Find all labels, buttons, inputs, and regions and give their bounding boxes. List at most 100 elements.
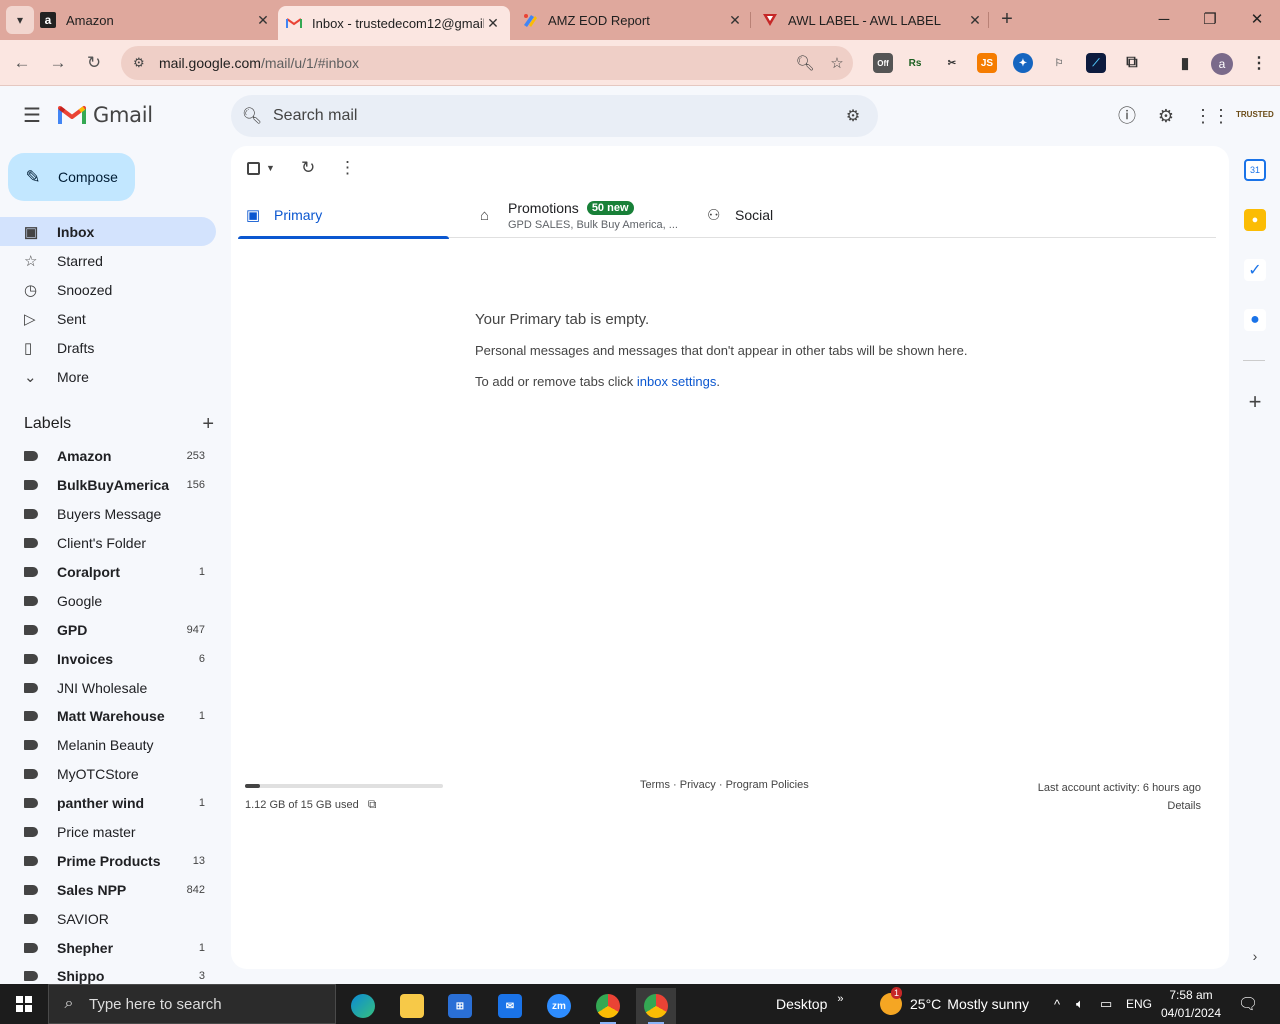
nav-item-more[interactable]: ⌄ More	[0, 362, 216, 391]
network-icon[interactable]: ▭	[1100, 984, 1112, 1024]
contacts-icon[interactable]: ●	[1244, 309, 1266, 331]
label-item[interactable]: panther wind 1	[0, 789, 216, 818]
caret-down-icon[interactable]: ▼	[266, 163, 275, 173]
tab-primary[interactable]: ▣ Primary	[238, 192, 449, 239]
label-item[interactable]: Shepher 1	[0, 933, 216, 962]
keep-icon[interactable]: ●	[1244, 209, 1266, 231]
back-button[interactable]: ←	[10, 51, 34, 75]
nav-item-snoozed[interactable]: ◷ Snoozed	[0, 275, 216, 304]
notifications-icon[interactable]: 🗨︎	[1238, 984, 1258, 1024]
file-explorer-app[interactable]	[392, 988, 432, 1024]
restore-window-button[interactable]: ❐	[1198, 8, 1222, 32]
extension-js-icon[interactable]: JS	[977, 53, 997, 73]
minimize-window-button[interactable]: ─	[1152, 8, 1176, 32]
tab-search-button[interactable]: ▾	[6, 6, 34, 34]
close-window-button[interactable]: ✕	[1245, 8, 1269, 32]
chevron-right-icon[interactable]: ›	[1244, 948, 1266, 964]
label-item[interactable]: Matt Warehouse 1	[0, 702, 216, 731]
browser-menu-icon[interactable]: ⋮	[1249, 53, 1269, 73]
browser-tab-amz-eod[interactable]: AMZ EOD Report ✕	[522, 0, 744, 40]
start-button[interactable]	[0, 984, 48, 1024]
terms-link[interactable]: Terms	[640, 779, 670, 791]
mail-app[interactable]: ✉	[490, 988, 530, 1024]
site-info-icon[interactable]: ⚙	[133, 55, 149, 71]
tab-promotions[interactable]: ⌂ Promotions 50 new GPD SALES, Bulk Buy …	[472, 192, 692, 238]
volume-icon[interactable]: 🔈︎	[1076, 984, 1084, 1024]
store-app[interactable]: ⊞	[440, 988, 480, 1024]
nav-item-starred[interactable]: ☆ Starred	[0, 246, 216, 275]
forward-button[interactable]: →	[46, 51, 70, 75]
extensions-menu-icon[interactable]: ⧉	[1122, 53, 1142, 73]
calendar-icon[interactable]: 31	[1244, 159, 1266, 181]
main-menu-icon[interactable]: ☰	[20, 104, 44, 128]
gmail-logo[interactable]: Gmail	[58, 103, 153, 127]
side-panel-icon[interactable]: ▮	[1175, 53, 1195, 73]
program-policies-link[interactable]: Program Policies	[726, 779, 809, 791]
desktop-toolbar[interactable]: Desktop »	[776, 984, 843, 1024]
google-apps-icon[interactable]: ⋮⋮	[1194, 104, 1230, 128]
label-item[interactable]: Client's Folder	[0, 529, 216, 558]
close-tab-icon[interactable]: ✕	[484, 15, 502, 32]
weather-widget[interactable]: 1 25°C Mostly sunny	[880, 984, 1029, 1024]
tasks-icon[interactable]: ✓	[1244, 259, 1266, 281]
settings-gear-icon[interactable]: ⚙	[1154, 104, 1178, 128]
show-hidden-icons[interactable]: ^	[1054, 984, 1060, 1024]
extension-globe-icon[interactable]: ✦	[1013, 53, 1033, 73]
reload-button[interactable]: ↻	[82, 51, 106, 75]
search-icon[interactable]: 🔍︎	[231, 106, 273, 126]
chrome-profile-app[interactable]	[588, 988, 628, 1024]
extension-gears-icon[interactable]: ✂	[942, 53, 962, 73]
label-item[interactable]: Sales NPP 842	[0, 875, 216, 904]
label-item[interactable]: MyOTCStore	[0, 760, 216, 789]
extension-puzzle-icon[interactable]: ⚐	[1049, 53, 1069, 73]
privacy-link[interactable]: Privacy	[680, 779, 716, 791]
profile-avatar[interactable]: a	[1211, 53, 1233, 75]
nav-item-inbox[interactable]: ▣ Inbox	[0, 217, 216, 246]
taskbar-search[interactable]: ⌕ Type here to search	[48, 984, 336, 1024]
label-item[interactable]: SAVIOR	[0, 904, 216, 933]
extension-dark-icon[interactable]: ⟋	[1086, 53, 1106, 73]
label-item[interactable]: JNI Wholesale	[0, 673, 216, 702]
browser-tab-amazon[interactable]: a Amazon ✕	[40, 0, 272, 40]
close-tab-icon[interactable]: ✕	[966, 12, 984, 29]
label-item[interactable]: Amazon 253	[0, 442, 216, 471]
address-bar[interactable]: ⚙ mail.google.com/mail/u/1/#inbox 🔍︎ ☆	[121, 46, 853, 80]
select-all-checkbox[interactable]: ▼	[247, 158, 275, 178]
taskbar-clock[interactable]: 7:58 am 04/01/2024	[1158, 986, 1224, 1022]
label-item[interactable]: GPD 947	[0, 615, 216, 644]
label-item[interactable]: Buyers Message	[0, 500, 216, 529]
chrome-app[interactable]	[636, 988, 676, 1024]
search-input[interactable]	[273, 107, 828, 125]
label-item[interactable]: Coralport 1	[0, 558, 216, 587]
more-options-icon[interactable]: ⋮	[339, 158, 356, 178]
external-link-icon[interactable]: ⧉	[368, 797, 377, 811]
language-indicator[interactable]: ENG	[1126, 984, 1152, 1024]
bookmark-star-icon[interactable]: ☆	[821, 54, 853, 72]
close-tab-icon[interactable]: ✕	[254, 12, 272, 29]
refresh-icon[interactable]: ↻	[301, 158, 315, 178]
search-options-icon[interactable]: ⚙	[828, 106, 878, 126]
zoom-app[interactable]: zm	[539, 988, 579, 1024]
compose-button[interactable]: ✎ Compose	[8, 153, 135, 201]
label-item[interactable]: Prime Products 13	[0, 846, 216, 875]
browser-tab-inbox[interactable]: Inbox - trustedecom12@gmail.com ✕	[278, 6, 510, 40]
new-tab-button[interactable]: +	[996, 8, 1018, 32]
account-avatar[interactable]: TRUSTED	[1236, 99, 1274, 131]
nav-item-drafts[interactable]: ▯ Drafts	[0, 333, 216, 362]
create-label-icon[interactable]: +	[202, 413, 214, 436]
get-addons-icon[interactable]: +	[1244, 389, 1266, 415]
details-link[interactable]: Details	[1038, 797, 1201, 815]
tab-social[interactable]: ⚇ Social	[699, 192, 899, 238]
browser-tab-awl-label[interactable]: AWL LABEL - AWL LABEL ✕	[762, 0, 984, 40]
search-bar[interactable]: 🔍︎ ⚙	[231, 95, 878, 137]
label-item[interactable]: Melanin Beauty	[0, 731, 216, 760]
nav-item-sent[interactable]: ▷ Sent	[0, 304, 216, 333]
label-item[interactable]: Google	[0, 586, 216, 615]
zoom-icon[interactable]: 🔍︎	[789, 54, 821, 72]
extension-rs-icon[interactable]: Rs	[905, 53, 925, 73]
inbox-settings-link[interactable]: inbox settings	[637, 374, 717, 389]
label-item[interactable]: BulkBuyAmerica 156	[0, 471, 216, 500]
help-icon[interactable]: ⓘ	[1115, 104, 1139, 128]
label-item[interactable]: Invoices 6	[0, 644, 216, 673]
edge-app[interactable]	[343, 988, 383, 1024]
